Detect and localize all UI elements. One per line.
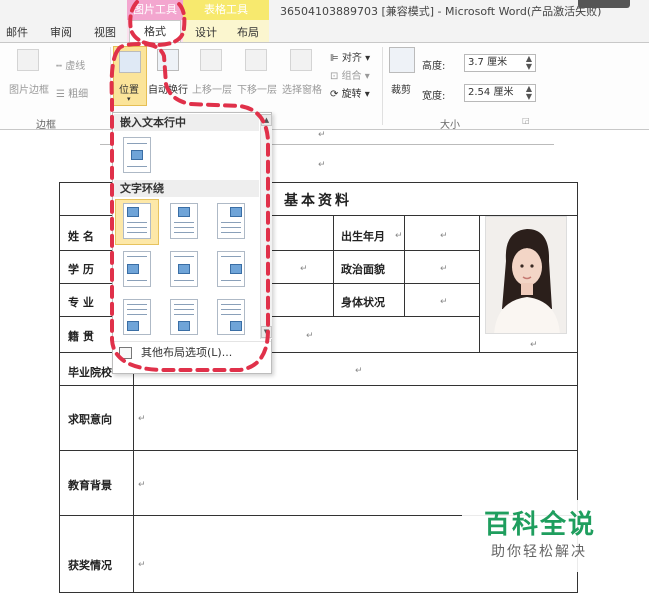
section-wrap-label: 文字环绕 [114, 180, 259, 197]
send-backward-button[interactable]: 下移一层 [237, 81, 277, 96]
label-native-place: 籍 贯 [68, 330, 94, 343]
crop-button[interactable]: 裁剪 [391, 81, 411, 96]
scroll-up-icon[interactable]: ▲ [261, 114, 272, 126]
scroll-down-icon[interactable]: ▼ [261, 326, 272, 338]
position-icon [119, 51, 141, 73]
width-label: 宽度: [422, 91, 446, 102]
bring-forward-icon[interactable] [200, 49, 222, 71]
label-awards: 获奖情况 [68, 559, 112, 572]
position-dropdown-menu: 嵌入文本行中 文字环绕 ▲ ▼ 其他布局选项(L)... [112, 112, 272, 374]
wrap-text-icon[interactable] [157, 49, 179, 71]
wrap-middle-center-option[interactable] [170, 251, 198, 287]
section-inline-label: 嵌入文本行中 [114, 114, 259, 131]
tab-format[interactable]: 格式 [129, 20, 181, 43]
window-controls[interactable] [578, 0, 630, 8]
inline-with-text-option[interactable] [123, 137, 151, 173]
picture-border-button[interactable]: 图片边框 [9, 81, 49, 96]
picture-tools-header: 图片工具 [127, 0, 183, 20]
wrap-text-button[interactable]: 自动换行 [148, 81, 188, 96]
table-title: 基本资料 [284, 193, 352, 209]
width-spinner[interactable]: 2.54 厘米 ▲ ▼ [464, 84, 536, 102]
table-tools-header: 表格工具 [183, 0, 269, 20]
height-label: 高度: [422, 61, 446, 72]
picture-border-icon[interactable] [17, 49, 39, 71]
label-birth: 出生年月 [341, 230, 385, 243]
label-major: 专 业 [68, 296, 94, 309]
more-layout-options-item[interactable]: 其他布局选项(L)... [114, 341, 271, 363]
label-edu-background: 教育背景 [68, 479, 112, 492]
position-button[interactable]: 位置 ▾ [113, 46, 147, 106]
selection-pane-icon[interactable] [290, 49, 312, 71]
size-dialog-launcher-icon[interactable]: ◲ [522, 116, 530, 125]
tab-view[interactable]: 视图 [94, 24, 116, 40]
label-education: 学 历 [68, 263, 94, 276]
tab-mailings[interactable]: 邮件 [6, 24, 28, 40]
tab-design[interactable]: 设计 [195, 24, 217, 40]
label-school: 毕业院校 [68, 366, 112, 379]
crop-icon[interactable] [389, 47, 415, 73]
title-bar: 图片工具 表格工具 36504103889703 [兼容模式] - Micros… [0, 0, 649, 43]
watermark-brand: 百科全说 [484, 510, 597, 540]
wrap-bottom-right-option[interactable] [217, 299, 245, 335]
ribbon: 图片边框 ┅ 虚线 ☰ 粗细 边框 位置 ▾ 自动换行 上移一层 下移一层 选择… [0, 42, 649, 131]
tab-review[interactable]: 审阅 [50, 24, 72, 40]
document-title: 36504103889703 [兼容模式] - Microsoft Word(产… [280, 5, 602, 18]
wrap-top-center-option[interactable] [170, 203, 198, 239]
selection-pane-button[interactable]: 选择窗格 [282, 81, 322, 96]
height-spinner[interactable]: 3.7 厘米 ▲ ▼ [464, 54, 536, 72]
align-button[interactable]: ⊫ 对齐 ▾ [330, 49, 370, 64]
send-backward-icon[interactable] [245, 49, 267, 71]
dropdown-scrollbar[interactable]: ▲ ▼ [260, 114, 272, 339]
label-health: 身体状况 [341, 296, 385, 309]
group-button[interactable]: ⊡ 组合 ▾ [330, 67, 370, 82]
bring-forward-button[interactable]: 上移一层 [192, 81, 232, 96]
wrap-top-right-option[interactable] [217, 203, 245, 239]
wrap-middle-right-option[interactable] [217, 251, 245, 287]
spin-arrows-icon[interactable]: ▲ ▼ [526, 55, 532, 71]
dashes-button[interactable]: ┅ 虚线 [56, 57, 85, 72]
label-political: 政治面貌 [341, 263, 385, 276]
label-name: 姓 名 [68, 230, 94, 243]
wrap-middle-left-option[interactable] [123, 251, 151, 287]
spin-arrows-icon[interactable]: ▲ ▼ [526, 85, 532, 101]
label-job-intent: 求职意向 [68, 413, 112, 426]
group-size-label: 大小 [440, 120, 460, 131]
tab-layout[interactable]: 布局 [237, 24, 259, 40]
weight-button[interactable]: ☰ 粗细 [56, 85, 88, 100]
wrap-bottom-center-option[interactable] [170, 299, 198, 335]
wrap-bottom-left-option[interactable] [123, 299, 151, 335]
portrait-image [486, 217, 566, 333]
layout-options-icon [119, 347, 132, 359]
watermark-slogan: 助你轻松解决 [491, 544, 587, 560]
profile-photo[interactable] [485, 216, 567, 334]
rotate-button[interactable]: ⟳ 旋转 ▾ [330, 85, 370, 100]
wrap-top-left-option[interactable] [123, 203, 151, 239]
group-border-label: 边框 [36, 120, 56, 131]
